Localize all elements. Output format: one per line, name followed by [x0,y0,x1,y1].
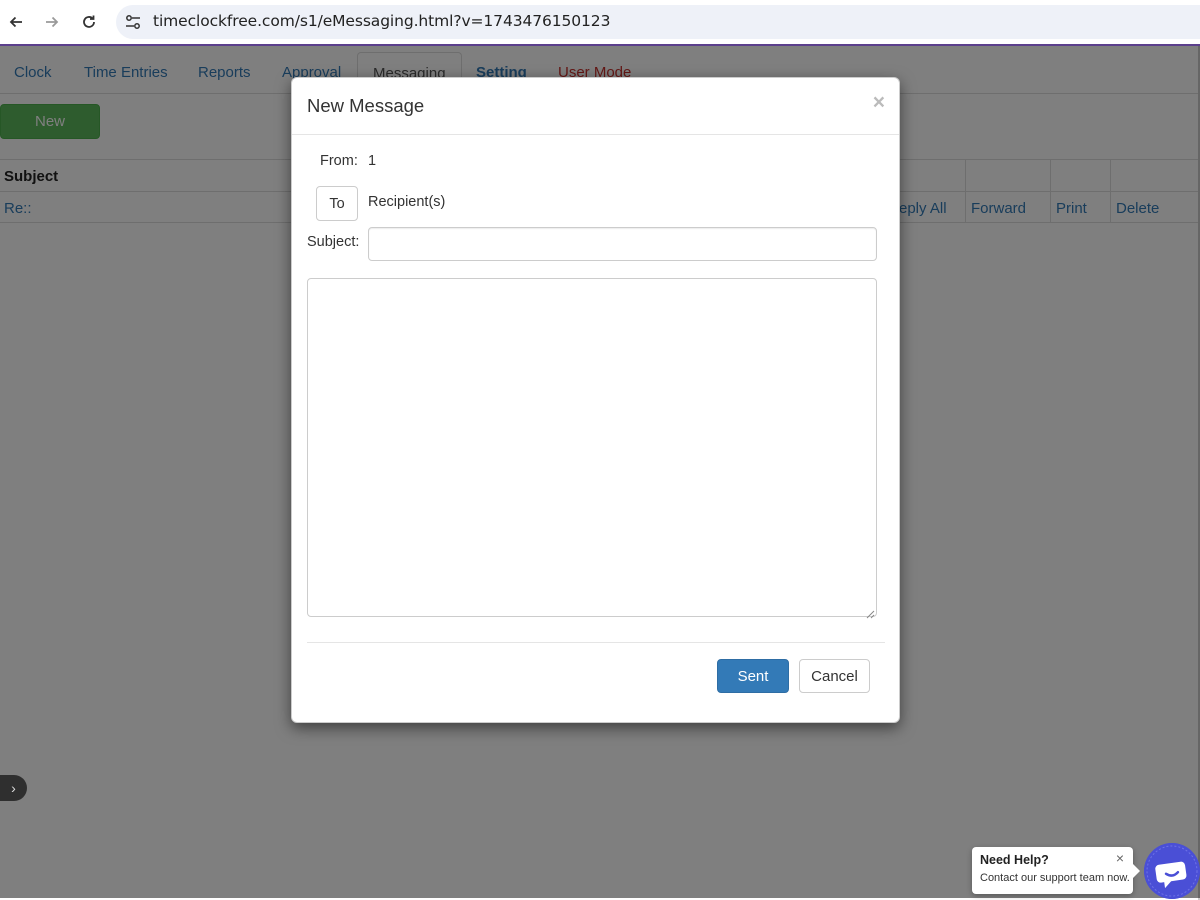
cancel-button[interactable]: Cancel [799,659,870,693]
sent-button[interactable]: Sent [717,659,789,693]
message-body-textarea[interactable] [307,278,877,619]
help-title: Need Help? [980,853,1049,867]
dialog-header: New Message × [292,78,899,135]
reload-icon[interactable] [76,9,102,35]
recipients-field[interactable]: Recipient(s) [368,194,445,210]
close-icon[interactable]: × [873,91,885,115]
forward-icon[interactable] [39,9,65,35]
back-icon[interactable] [3,9,29,35]
site-settings-icon[interactable] [124,13,142,31]
to-button[interactable]: To [316,186,358,221]
dialog-title: New Message [307,95,425,116]
browser-bar: timeclockfree.com/s1/eMessaging.html?v=1… [0,0,1200,46]
chat-icon[interactable] [1144,843,1200,899]
footer-divider [307,642,885,643]
help-popup[interactable]: Need Help? Contact our support team now.… [972,847,1140,894]
resize-grip-icon[interactable] [866,606,875,619]
help-subtitle: Contact our support team now. [980,872,1130,884]
from-value: 1 [368,153,377,169]
close-icon[interactable]: × [1116,850,1124,866]
subject-input[interactable] [368,227,877,261]
subject-label: Subject: [307,234,360,250]
chevron-right-icon[interactable]: › [0,775,27,801]
from-label: From: [320,153,358,169]
url-text[interactable]: timeclockfree.com/s1/eMessaging.html?v=1… [153,12,610,30]
new-message-dialog: New Message × From: 1 To Recipient(s) Su… [291,77,900,723]
address-bar[interactable]: timeclockfree.com/s1/eMessaging.html?v=1… [116,5,1200,39]
